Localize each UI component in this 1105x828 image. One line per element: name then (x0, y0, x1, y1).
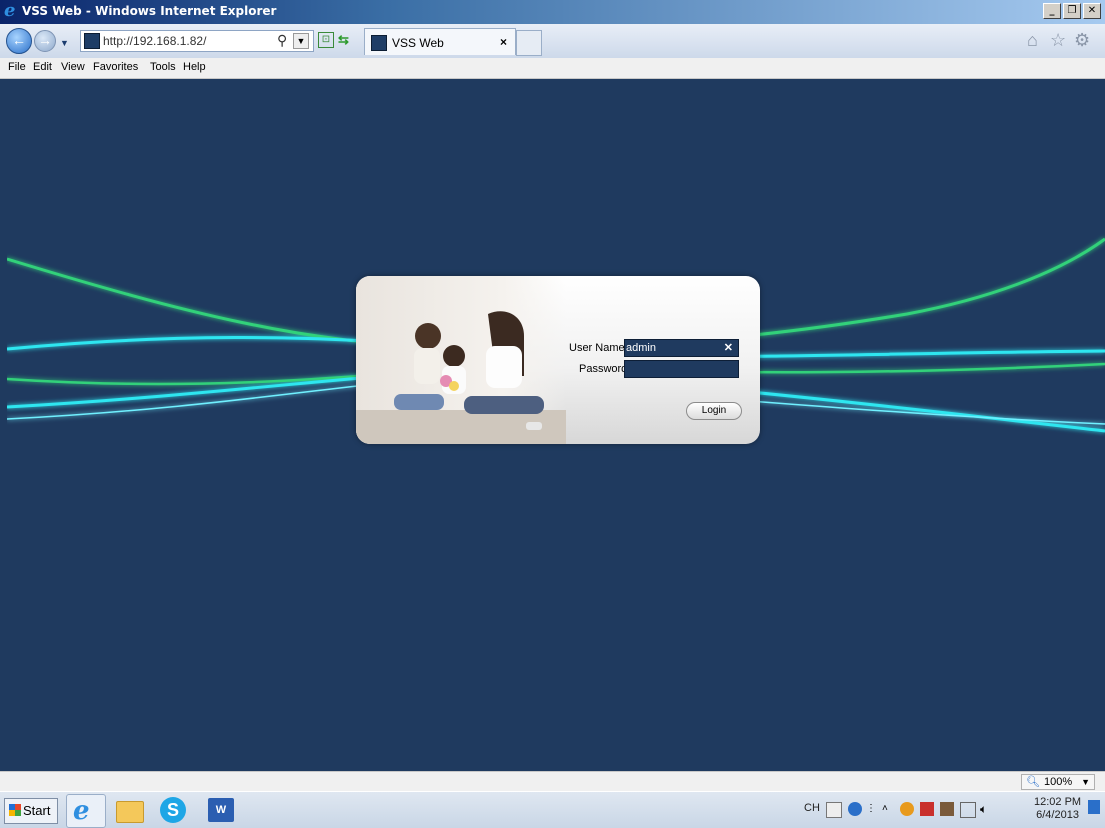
keyboard-icon[interactable] (826, 802, 842, 818)
tab-close-icon[interactable]: × (500, 35, 507, 49)
taskbar-ie-icon[interactable]: e (66, 794, 106, 828)
address-url[interactable]: http://192.168.1.82/ (103, 34, 206, 48)
site-favicon-icon (84, 33, 100, 49)
compat-view-icon[interactable]: ⊡ (318, 32, 334, 48)
taskbar-word-icon[interactable]: W (202, 794, 240, 826)
search-icon[interactable]: ⚲ (277, 32, 287, 49)
taskbar-explorer-icon[interactable] (110, 794, 148, 826)
ime-options-icon[interactable]: ⋮ (866, 802, 880, 816)
zoom-dropdown-icon[interactable]: ▼ (1081, 775, 1090, 789)
show-desktop-button[interactable] (1088, 800, 1100, 814)
status-bar: 🔍︎ 100% ▼ (0, 771, 1105, 792)
system-clock[interactable]: 12:02 PM 6/4/2013 (1034, 796, 1081, 822)
menu-tools[interactable]: Tools (150, 61, 176, 73)
refresh-icon[interactable]: ⇆ (338, 32, 349, 48)
tab-title: VSS Web (392, 36, 444, 50)
help-icon[interactable] (848, 802, 862, 816)
forward-icon[interactable]: → (34, 30, 56, 52)
tab-favicon-icon (371, 35, 387, 51)
menu-file[interactable]: File (8, 61, 26, 73)
menu-view[interactable]: View (61, 61, 85, 73)
history-dropdown-icon[interactable]: ▼ (60, 38, 69, 48)
show-hidden-icons-icon[interactable]: ˄ (882, 802, 896, 816)
zoom-magnifier-icon: 🔍︎ (1026, 776, 1040, 788)
menu-favorites[interactable]: Favorites (93, 61, 138, 73)
password-input[interactable] (624, 360, 739, 378)
update-icon[interactable] (900, 802, 914, 816)
username-value: admin (626, 342, 656, 354)
window-title-bar: e VSS Web - Windows Internet Explorer _ … (0, 0, 1105, 24)
address-bar[interactable]: http://192.168.1.82/ ⚲ ▼ (80, 30, 314, 52)
back-icon[interactable]: ← (6, 28, 32, 54)
ie-logo-icon: e (4, 0, 16, 21)
security-icon[interactable] (920, 802, 934, 816)
close-button[interactable]: ✕ (1083, 3, 1101, 19)
username-label: User Name: (569, 342, 628, 354)
tab-vss-web[interactable]: VSS Web × (364, 28, 516, 55)
page-content: User Name: admin ✕ Password: Login (7, 79, 1105, 771)
device-icon[interactable] (940, 802, 954, 816)
zoom-control[interactable]: 🔍︎ 100% ▼ (1021, 774, 1095, 790)
password-label: Password: (579, 363, 631, 375)
minimize-button[interactable]: _ (1043, 3, 1061, 19)
family-photo (356, 276, 566, 444)
windows-flag-icon (9, 804, 21, 816)
clear-username-icon[interactable]: ✕ (724, 340, 733, 356)
navigation-bar: ← → ▼ http://192.168.1.82/ ⚲ ▼ ⊡ ⇆ VSS W… (0, 24, 1105, 58)
tools-gear-icon[interactable]: ⚙ (1074, 30, 1090, 51)
menu-bar: File Edit View Favorites Tools Help (0, 58, 1105, 79)
network-icon[interactable] (960, 802, 976, 818)
start-label: Start (23, 803, 51, 818)
address-dropdown-icon[interactable]: ▼ (293, 33, 309, 49)
username-input[interactable]: admin ✕ (624, 339, 739, 357)
start-button[interactable]: Start (4, 798, 58, 824)
window-controls: _ ❐ ✕ (1043, 3, 1101, 19)
volume-icon[interactable]: 🔈︎ (980, 802, 994, 816)
menu-edit[interactable]: Edit (33, 61, 52, 73)
clock-time: 12:02 PM (1034, 796, 1082, 808)
restore-button[interactable]: ❐ (1063, 3, 1081, 19)
language-indicator[interactable]: CH (804, 802, 820, 814)
home-icon[interactable]: ⌂ (1027, 30, 1038, 51)
zoom-level: 100% (1044, 776, 1073, 788)
family-illustration (356, 311, 566, 444)
taskbar: Start e S W CH ⋮ ˄ 🔈︎ 12:02 PM 6/4/2013 (0, 791, 1105, 828)
clock-date: 6/4/2013 (1036, 809, 1079, 821)
new-tab-button[interactable] (516, 30, 542, 56)
taskbar-skype-icon[interactable]: S (154, 794, 192, 826)
menu-help[interactable]: Help (183, 61, 206, 73)
favorites-star-icon[interactable]: ☆ (1050, 30, 1066, 51)
login-panel: User Name: admin ✕ Password: Login (356, 276, 760, 444)
window-title: VSS Web - Windows Internet Explorer (22, 4, 277, 18)
login-button[interactable]: Login (686, 402, 742, 420)
